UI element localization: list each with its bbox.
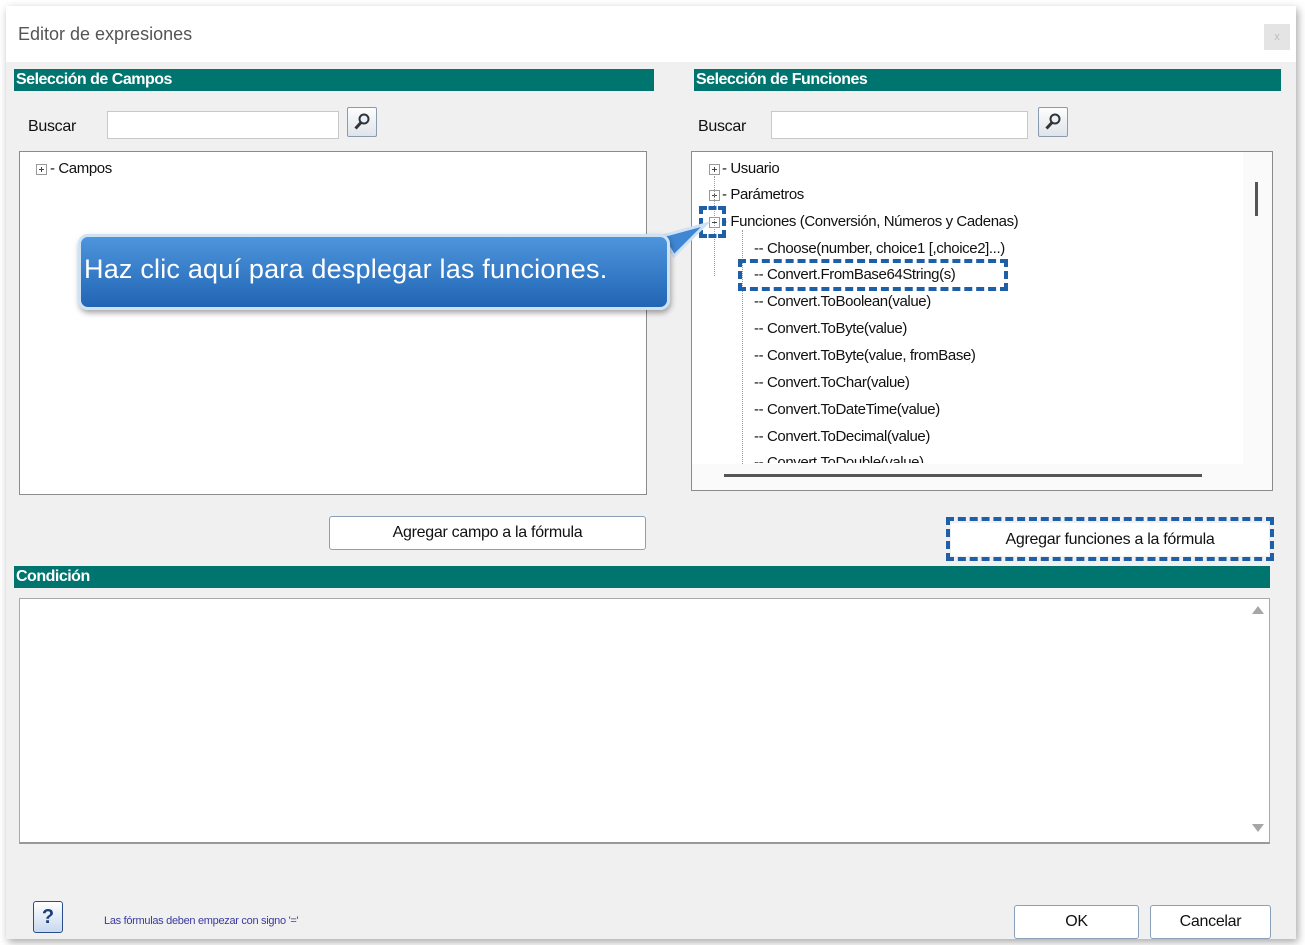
tree-child-label: Convert.ToDouble(value) [766,454,924,463]
tree-child-label: Convert.ToDecimal(value) [766,428,930,445]
tree-child-item[interactable]: -- Convert.ToDecimal(value) [754,428,930,445]
highlight-add-function-button [946,517,1274,561]
tree-child-item[interactable]: -- Convert.ToDateTime(value) [754,401,940,418]
tree-item-campos[interactable]: - Campos [50,160,112,177]
fields-tree-panel[interactable]: - Campos [19,151,647,495]
tree-item-funciones[interactable]: - Funciones (Conversión, Números y Caden… [722,213,1019,230]
tree-child-label: Convert.ToByte(value, fromBase) [766,347,976,364]
functions-search-input[interactable] [771,111,1028,139]
functions-tree-panel[interactable]: - Usuario - Parámetros - Funciones (Conv… [691,151,1273,491]
tree-child-item[interactable]: -- Choose(number, choice1 [,choice2]...) [754,240,1005,257]
tree-item-label: Funciones (Conversión, Números y Cadenas… [730,213,1019,230]
triangle-up-icon[interactable] [1252,606,1264,614]
magnifier-icon [1045,113,1061,130]
tree-child-label: Choose(number, choice1 [,choice2]...) [766,240,1005,257]
functions-search-label: Buscar [698,118,746,135]
tree-item-label: Campos [58,160,112,177]
condition-editor[interactable] [19,598,1270,844]
tree-child-label: Convert.ToDateTime(value) [766,401,940,418]
callout-text: Haz clic aquí para desplegar las funcion… [84,254,608,284]
tree-child-item[interactable]: -- Convert.ToChar(value) [754,374,910,391]
scroll-thumb[interactable] [1255,182,1258,216]
fields-section-header: Selección de Campos [14,69,654,91]
tree-item-usuario[interactable]: - Usuario [722,160,780,177]
tree-child-label: Convert.ToChar(value) [766,374,910,391]
horizontal-scrollbar[interactable] [692,464,1272,490]
help-button[interactable]: ? [33,901,63,933]
plus-box-icon[interactable] [709,164,720,175]
triangle-down-icon[interactable] [1252,824,1264,832]
tree-child-label: Convert.ToBoolean(value) [766,293,931,310]
functions-search-button[interactable] [1038,107,1068,137]
title-bar: Editor de expresiones x [6,6,1296,62]
condition-section-header: Condición [14,566,1270,588]
scroll-thumb[interactable] [724,474,1202,477]
close-button[interactable]: x [1264,24,1290,50]
window-title: Editor de expresiones [18,24,193,44]
tree-child-item[interactable]: -- Convert.ToByte(value) [754,320,907,337]
help-icon: ? [41,906,55,928]
tree-item-label: Parámetros [730,186,804,203]
fields-search-input[interactable] [107,111,339,139]
vertical-scrollbar[interactable] [1243,152,1272,464]
tree-child-item[interactable]: -- Convert.ToDouble(value) [754,454,924,463]
ok-button[interactable]: OK [1014,905,1139,939]
add-field-button[interactable]: Agregar campo a la fórmula [329,516,646,550]
close-icon: x [1274,31,1280,43]
fields-search-label: Buscar [28,118,76,135]
tree-item-label: Usuario [730,160,780,177]
formula-hint: Las fórmulas deben empezar con signo '=' [104,915,299,927]
functions-section-header: Selección de Funciones [694,69,1281,91]
magnifier-icon [354,113,370,130]
tree-child-item[interactable]: -- Convert.ToBoolean(value) [754,293,931,310]
tree-child-item[interactable]: -- Convert.ToByte(value, fromBase) [754,347,976,364]
tree-child-label: Convert.ToByte(value) [766,320,907,337]
plus-box-icon[interactable] [36,164,47,175]
cancel-button[interactable]: Cancelar [1150,905,1271,939]
highlight-function-item [738,259,1008,291]
tree-item-parametros[interactable]: - Parámetros [722,186,804,203]
fields-search-button[interactable] [347,107,377,137]
